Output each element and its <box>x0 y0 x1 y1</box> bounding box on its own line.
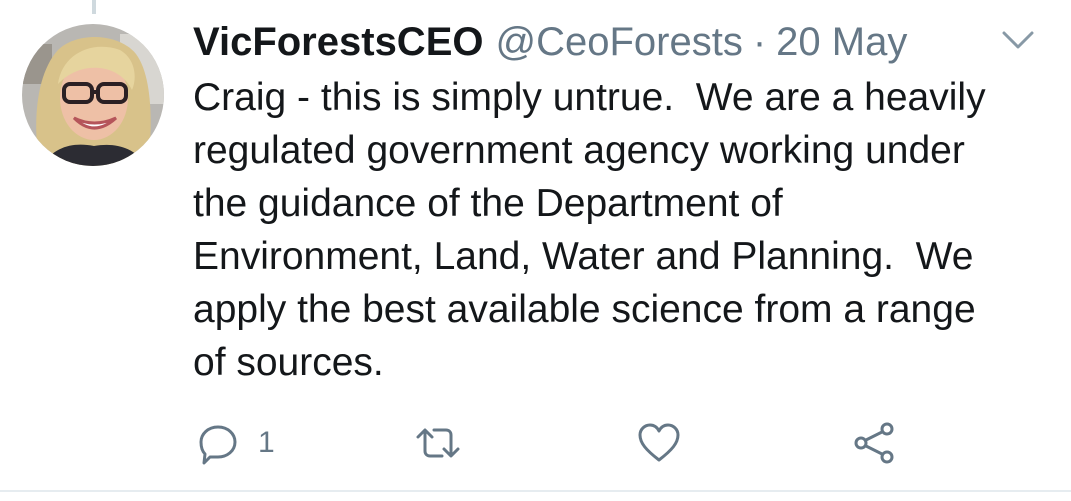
tweet-actions: 1 <box>196 418 956 468</box>
reply-button[interactable]: 1 <box>196 418 275 468</box>
reply-count: 1 <box>258 426 275 459</box>
tweet-date[interactable]: 20 May <box>776 16 907 68</box>
thread-connector-line <box>92 0 96 14</box>
header-separator: · <box>752 20 767 64</box>
heart-icon <box>636 421 682 465</box>
chevron-down-icon[interactable] <box>998 28 1038 52</box>
like-button[interactable] <box>636 418 682 468</box>
retweet-icon <box>414 421 462 465</box>
share-button[interactable] <box>852 418 898 468</box>
retweet-button[interactable] <box>414 418 462 468</box>
display-name[interactable]: VicForestsCEO <box>193 16 484 68</box>
tweet-divider <box>0 490 1071 492</box>
tweet-header: VicForestsCEO @CeoForests · 20 May <box>193 16 907 68</box>
reply-icon <box>196 421 240 465</box>
share-icon <box>852 420 898 466</box>
user-handle[interactable]: @CeoForests <box>496 16 743 68</box>
avatar[interactable] <box>22 24 164 166</box>
tweet-text: Craig - this is simply untrue. We are a … <box>193 76 986 384</box>
